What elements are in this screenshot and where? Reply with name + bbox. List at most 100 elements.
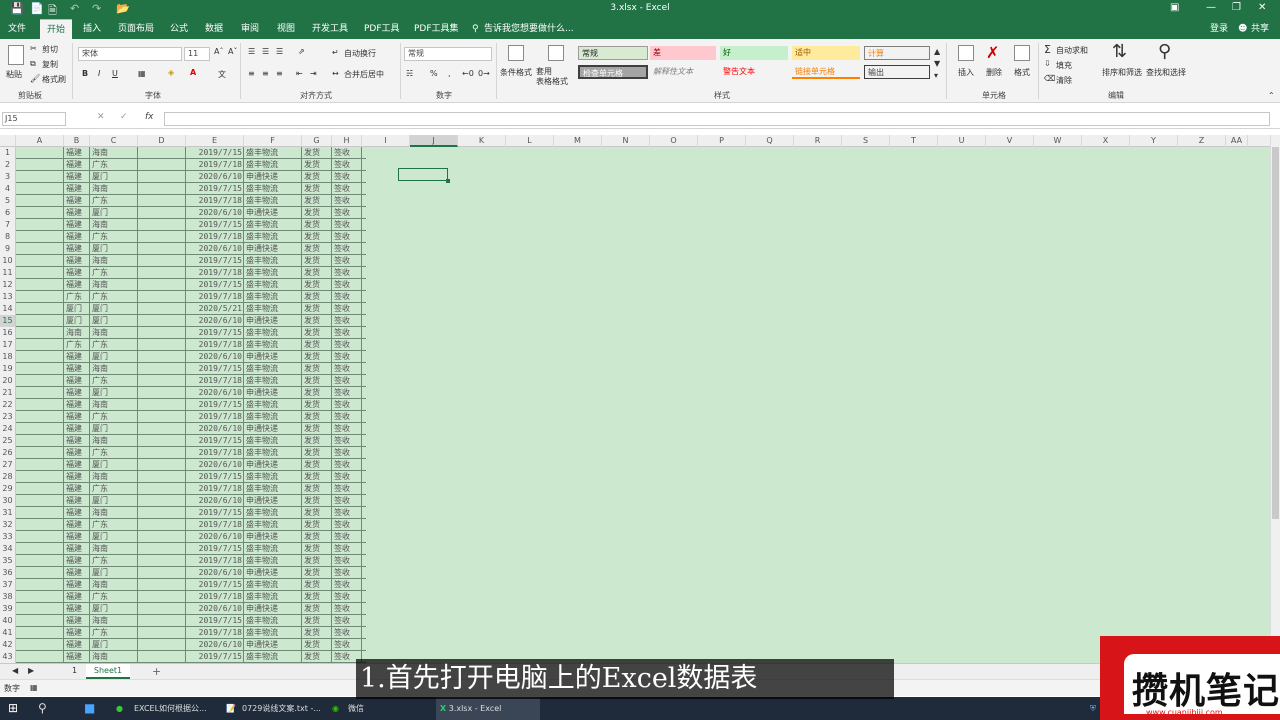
cell-date[interactable]: 2019/7/18	[186, 231, 244, 243]
row-header[interactable]: 32	[0, 519, 15, 531]
cell-city[interactable]: 厦门	[90, 303, 138, 315]
conditional-format-icon[interactable]	[508, 45, 524, 61]
cell-carrier[interactable]: 盛丰物流	[244, 651, 302, 663]
orientation-icon[interactable]: ⇗	[298, 47, 305, 56]
cell-city[interactable]: 广东	[90, 291, 138, 303]
name-box[interactable]: J15	[2, 112, 66, 126]
align-middle-icon[interactable]: ☰	[262, 47, 269, 56]
copy-button[interactable]: 复制	[42, 59, 58, 70]
cell-province[interactable]: 福建	[64, 471, 90, 483]
row-header[interactable]: 35	[0, 555, 15, 567]
cell-signed[interactable]: 签收	[332, 579, 362, 591]
row-header[interactable]: 27	[0, 459, 15, 471]
cell-city[interactable]: 广东	[90, 411, 138, 423]
cell-shipped[interactable]: 发货	[302, 243, 332, 255]
cell-carrier[interactable]: 申通快递	[244, 423, 302, 435]
cell-shipped[interactable]: 发货	[302, 375, 332, 387]
row-header[interactable]: 13	[0, 291, 15, 303]
cell-province[interactable]: 福建	[64, 147, 90, 159]
cell-date[interactable]: 2019/7/18	[186, 159, 244, 171]
style-neutral[interactable]: 适中	[792, 46, 860, 60]
cell-signed[interactable]: 签收	[332, 159, 362, 171]
wrap-text-button[interactable]: 自动换行	[344, 48, 376, 59]
cell-date[interactable]: 2019/7/15	[186, 615, 244, 627]
cell-carrier[interactable]: 盛丰物流	[244, 267, 302, 279]
cell-carrier[interactable]: 申通快递	[244, 387, 302, 399]
cell-city[interactable]: 海南	[90, 279, 138, 291]
cell-carrier[interactable]: 盛丰物流	[244, 591, 302, 603]
share-button[interactable]: 共享	[1251, 19, 1269, 39]
cut-icon[interactable]: ✂	[30, 44, 37, 53]
align-right-icon[interactable]: ≡	[276, 69, 283, 78]
cell-carrier[interactable]: 申通快递	[244, 315, 302, 327]
styles-more-icon[interactable]: ▾	[934, 71, 938, 80]
cell-signed[interactable]: 签收	[332, 483, 362, 495]
row-header[interactable]: 10	[0, 255, 15, 267]
cell-province[interactable]: 福建	[64, 171, 90, 183]
cell-shipped[interactable]: 发货	[302, 483, 332, 495]
cell-signed[interactable]: 签收	[332, 435, 362, 447]
ribbon-display-icon[interactable]: ▣	[1170, 2, 1179, 13]
cell-carrier[interactable]: 盛丰物流	[244, 579, 302, 591]
cell-carrier[interactable]: 申通快递	[244, 171, 302, 183]
cell-signed[interactable]: 签收	[332, 327, 362, 339]
cell-city[interactable]: 厦门	[90, 315, 138, 327]
cell-signed[interactable]: 签收	[332, 603, 362, 615]
number-format-select[interactable]: 常规	[404, 47, 492, 61]
merge-center-button[interactable]: 合并后居中	[344, 69, 384, 80]
cell-shipped[interactable]: 发货	[302, 195, 332, 207]
cell-signed[interactable]: 签收	[332, 627, 362, 639]
delete-button[interactable]: 删除	[986, 67, 1002, 78]
column-header-z[interactable]: Z	[1178, 135, 1226, 147]
column-header-p[interactable]: P	[698, 135, 746, 147]
cell-shipped[interactable]: 发货	[302, 615, 332, 627]
cell-shipped[interactable]: 发货	[302, 159, 332, 171]
cell-shipped[interactable]: 发货	[302, 267, 332, 279]
cell-carrier[interactable]: 盛丰物流	[244, 519, 302, 531]
font-size-select[interactable]: 11	[184, 47, 210, 61]
cell-city[interactable]: 厦门	[90, 603, 138, 615]
cell-carrier[interactable]: 盛丰物流	[244, 483, 302, 495]
cell-province[interactable]: 福建	[64, 399, 90, 411]
style-linked-cell[interactable]: 链接单元格	[792, 65, 860, 79]
row-header[interactable]: 8	[0, 231, 15, 243]
format-cells-icon[interactable]	[1014, 45, 1030, 61]
column-header-i[interactable]: I	[362, 135, 410, 147]
clear-icon[interactable]: ⌫	[1044, 74, 1055, 83]
format-painter-button[interactable]: 格式刷	[42, 74, 66, 85]
cell-date[interactable]: 2019/7/18	[186, 291, 244, 303]
fill-color-icon[interactable]: ◈	[168, 68, 174, 77]
cell-province[interactable]: 福建	[64, 459, 90, 471]
row-header[interactable]: 5	[0, 195, 15, 207]
cell-shipped[interactable]: 发货	[302, 435, 332, 447]
cell-city[interactable]: 海南	[90, 255, 138, 267]
fill-button[interactable]: 填充	[1056, 60, 1072, 71]
tab-home[interactable]: 开始	[40, 19, 73, 39]
browser-icon[interactable]: ●	[116, 697, 123, 720]
cell-signed[interactable]: 签收	[332, 303, 362, 315]
row-header[interactable]: 19	[0, 363, 15, 375]
cell-province[interactable]: 福建	[64, 543, 90, 555]
column-header-w[interactable]: W	[1034, 135, 1082, 147]
row-header[interactable]: 11	[0, 267, 15, 279]
row-header[interactable]: 34	[0, 543, 15, 555]
search-icon[interactable]: ⚲	[38, 697, 47, 720]
cell-carrier[interactable]: 申通快递	[244, 495, 302, 507]
cell-shipped[interactable]: 发货	[302, 639, 332, 651]
column-header-h[interactable]: H	[332, 135, 362, 147]
column-header-o[interactable]: O	[650, 135, 698, 147]
cell-city[interactable]: 广东	[90, 555, 138, 567]
delete-cells-icon[interactable]: ✗	[986, 43, 999, 62]
row-header[interactable]: 37	[0, 579, 15, 591]
cell-carrier[interactable]: 盛丰物流	[244, 435, 302, 447]
cell-date[interactable]: 2020/6/10	[186, 207, 244, 219]
copy-icon[interactable]: ⧉	[30, 59, 36, 69]
sheet-tab-sheet1[interactable]: Sheet1	[86, 664, 130, 679]
cell-signed[interactable]: 签收	[332, 375, 362, 387]
cell-carrier[interactable]: 盛丰物流	[244, 219, 302, 231]
taskbar-item-notepad[interactable]: 0729说线文案.txt -...	[242, 697, 321, 720]
row-header[interactable]: 18	[0, 351, 15, 363]
column-header-x[interactable]: X	[1082, 135, 1130, 147]
row-header[interactable]: 4	[0, 183, 15, 195]
cell-shipped[interactable]: 发货	[302, 651, 332, 663]
